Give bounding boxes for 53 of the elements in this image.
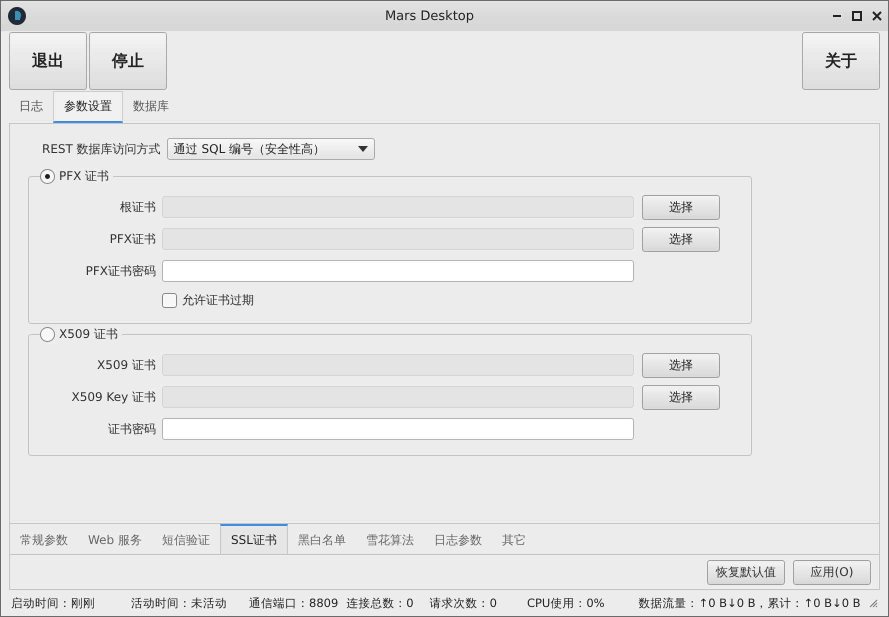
checkbox[interactable] (162, 292, 177, 308)
choose-button[interactable]: 选择 (642, 352, 720, 378)
input-field[interactable] (162, 386, 634, 408)
status-text: 通信端口：8809 (249, 596, 338, 610)
choose-button[interactable]: 选择 (642, 226, 720, 252)
tab[interactable]: 黑白名单 (288, 524, 356, 554)
tab[interactable]: 数据库 (123, 91, 179, 123)
choose-button[interactable]: 选择 (642, 194, 720, 220)
status-text: 数据流量：↑0 B↓0 B，累计：↑0 B↓0 B (638, 596, 861, 610)
input-field[interactable] (162, 260, 634, 282)
dropdown-arrow-icon (358, 146, 368, 152)
status-text: 连接总数：0 (346, 596, 414, 610)
tab[interactable]: Web 服务 (78, 524, 152, 554)
toolbar-button[interactable]: 退出 (9, 32, 87, 90)
field-label: PFX证书 (108, 230, 157, 248)
tab[interactable]: 其它 (492, 524, 536, 554)
window-title: Mars Desktop (384, 8, 476, 24)
field-label: PFX证书密码 (84, 262, 157, 280)
tab[interactable]: 日志 (9, 91, 53, 123)
tab[interactable]: 短信验证 (152, 524, 220, 554)
access-mode-dropdown[interactable]: 通过 SQL 编号（安全性高） (166, 138, 375, 160)
field-label: X509 Key 证书 (70, 388, 157, 406)
status-text: 请求次数：0 (430, 596, 497, 610)
status-text: 启动时间：刚刚 (11, 596, 95, 610)
field-label: 根证书 (119, 198, 157, 216)
toolbar-button[interactable]: 停止 (89, 32, 167, 90)
checkbox-label: 允许证书过期 (182, 292, 254, 308)
tab[interactable]: 日志参数 (424, 524, 492, 554)
close-icon[interactable] (872, 11, 882, 21)
radio-button[interactable] (40, 327, 55, 342)
input-field[interactable] (162, 196, 634, 218)
field-label: 证书密码 (107, 420, 157, 438)
choose-button[interactable]: 选择 (642, 384, 720, 410)
action-button[interactable]: 恢复默认值 (707, 560, 785, 584)
group-title: PFX 证书 (59, 168, 110, 185)
about-button[interactable]: 关于 (802, 32, 880, 90)
tab[interactable]: SSL证书 (220, 524, 288, 554)
input-field[interactable] (162, 228, 634, 250)
group-title: X509 证书 (59, 326, 118, 343)
radio-button[interactable] (40, 169, 55, 184)
input-field[interactable] (162, 354, 634, 376)
tab[interactable]: 常规参数 (10, 524, 78, 554)
tab[interactable]: 雪花算法 (356, 524, 424, 554)
tab[interactable]: 参数设置 (53, 91, 123, 123)
app-logo-icon (7, 6, 27, 26)
resize-grip-icon[interactable] (868, 598, 878, 608)
status-text: CPU使用：0% (526, 596, 605, 610)
field-label: X509 证书 (96, 356, 157, 374)
access-mode-label: REST 数据库访问方式 (42, 140, 161, 158)
maximize-icon[interactable] (852, 11, 862, 21)
input-field[interactable] (162, 418, 634, 440)
action-button[interactable]: 应用(O) (793, 560, 871, 584)
status-text: 活动时间：未活动 (131, 596, 227, 610)
